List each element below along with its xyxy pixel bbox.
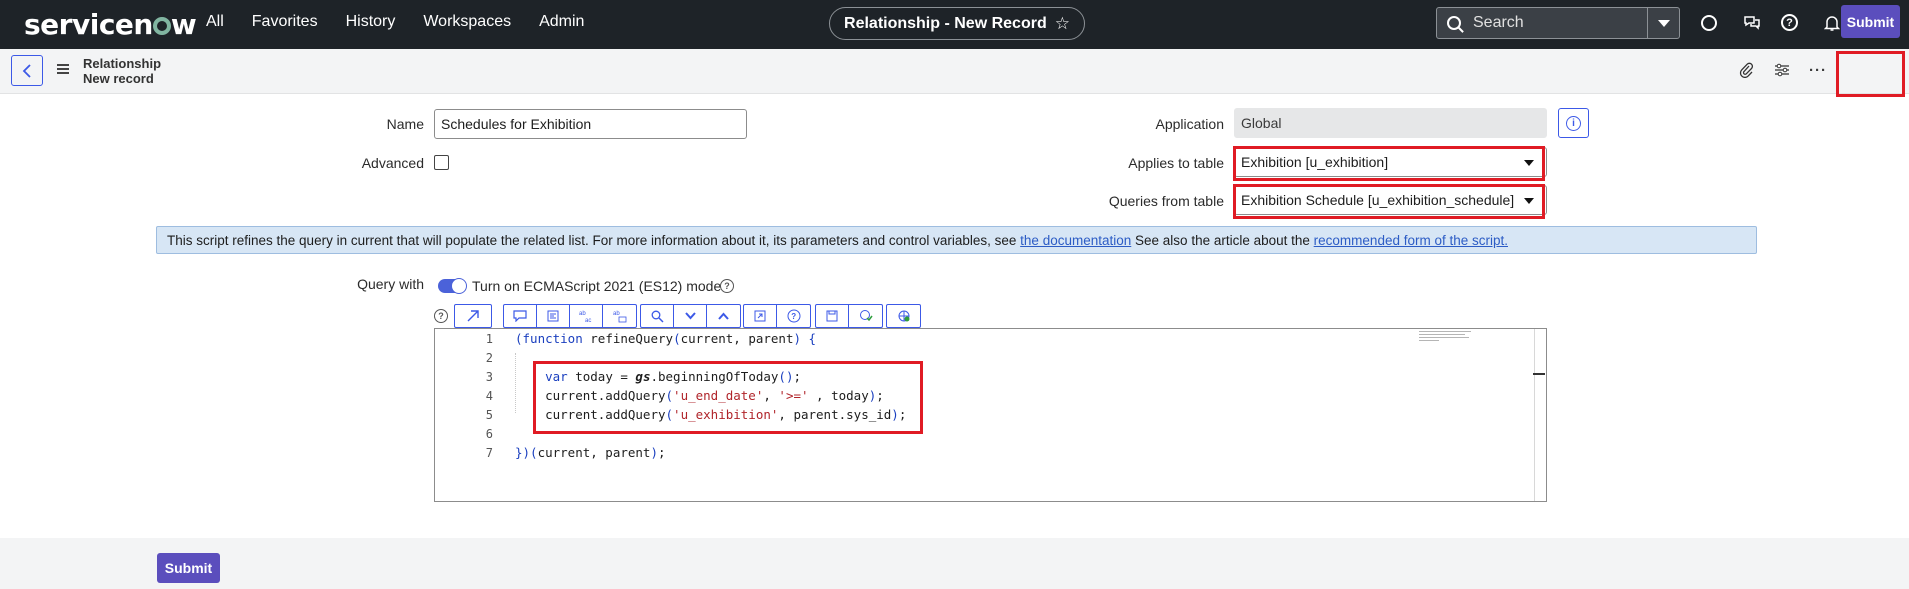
- nav-all[interactable]: All: [206, 13, 224, 31]
- recommended-form-link[interactable]: recommended form of the script.: [1314, 233, 1508, 248]
- line-number: 6: [485, 427, 493, 441]
- queries-from-table-select[interactable]: Exhibition Schedule [u_exhibition_schedu…: [1234, 185, 1547, 215]
- servicenow-logo[interactable]: servicen w: [24, 8, 197, 41]
- code-line-7: })(current, parent);: [515, 445, 666, 460]
- form-footer: [0, 538, 1909, 589]
- back-button[interactable]: [11, 55, 43, 86]
- breadcrumb-title: Relationship: [83, 56, 162, 71]
- info-text: This script refines the query in current…: [167, 232, 1017, 248]
- global-search[interactable]: Search: [1436, 7, 1680, 39]
- script-debug-icon[interactable]: [887, 305, 920, 327]
- format-code-icon[interactable]: [537, 305, 570, 327]
- editor-misc-group: ?: [743, 304, 811, 328]
- line-number: 3: [485, 370, 493, 384]
- svg-text:?: ?: [791, 312, 796, 321]
- bell-icon[interactable]: [1822, 13, 1842, 33]
- editor-save-group: [815, 304, 883, 328]
- record-title-pill[interactable]: Relationship - New Record ☆: [829, 7, 1085, 40]
- nav-admin[interactable]: Admin: [539, 13, 584, 31]
- editor-format-group: ab ac ab: [503, 304, 637, 328]
- svg-text:ab: ab: [613, 311, 620, 317]
- editor-debug-group: [886, 304, 921, 328]
- advanced-label: Advanced: [361, 155, 424, 171]
- applies-to-table-label: Applies to table: [1128, 155, 1224, 171]
- personalize-form-icon[interactable]: [1772, 60, 1792, 80]
- breadcrumb: Relationship New record: [83, 56, 161, 86]
- documentation-link[interactable]: the documentation: [1020, 233, 1131, 248]
- editor-help-icon[interactable]: ?: [434, 309, 448, 323]
- application-field: Global: [1234, 108, 1547, 138]
- chevron-down-icon[interactable]: [674, 305, 707, 327]
- attachment-icon[interactable]: [1736, 60, 1756, 80]
- editor-search-group: [640, 304, 741, 328]
- application-label: Application: [1155, 116, 1225, 132]
- line-number: 5: [485, 408, 493, 422]
- script-editor[interactable]: 1 2 3 4 5 6 7 (function refineQuery(curr…: [434, 328, 1547, 502]
- code-line-1: (function refineQuery(current, parent) {: [515, 331, 817, 346]
- svg-text:ac: ac: [585, 318, 591, 323]
- syntax-check-icon[interactable]: [849, 305, 882, 327]
- more-options-icon[interactable]: ···: [1808, 60, 1828, 80]
- applies-to-table-select[interactable]: Exhibition [u_exhibition]: [1234, 147, 1547, 177]
- code-line-4: current.addQuery('u_end_date', '>=' , to…: [515, 388, 884, 403]
- nav-workspaces[interactable]: Workspaces: [423, 13, 511, 31]
- nav-history[interactable]: History: [346, 13, 396, 31]
- name-field[interactable]: Schedules for Exhibition: [434, 109, 747, 139]
- top-navigation: servicen w All Favorites History Workspac…: [0, 0, 1909, 49]
- chat-icon[interactable]: [1742, 13, 1762, 33]
- editor-ruler: [1534, 329, 1535, 501]
- queries-from-table-label: Queries from table: [1108, 193, 1224, 209]
- search-icon: [1447, 16, 1461, 30]
- line-number: 7: [485, 446, 493, 460]
- save-icon[interactable]: [816, 305, 849, 327]
- search-code-icon[interactable]: [641, 305, 674, 327]
- record-title: Relationship - New Record: [844, 14, 1047, 32]
- info-mid-text: See also the article about the: [1135, 232, 1310, 248]
- nav-favorites[interactable]: Favorites: [252, 13, 318, 31]
- line-gutter: 1 2 3 4 5 6 7: [435, 329, 495, 501]
- advanced-checkbox[interactable]: [434, 155, 449, 170]
- search-scope-dropdown[interactable]: [1647, 8, 1679, 38]
- es12-toggle-label: Turn on ECMAScript 2021 (ES12) mode: [472, 278, 722, 294]
- comment-icon[interactable]: [504, 305, 537, 327]
- chevron-up-icon[interactable]: [707, 305, 740, 327]
- nav-links: All Favorites History Workspaces Admin: [206, 13, 612, 31]
- script-info-message: This script refines the query in current…: [156, 226, 1757, 254]
- code-minimap[interactable]: [1419, 331, 1479, 345]
- submit-button-bottom[interactable]: Submit: [157, 553, 220, 583]
- help-icon[interactable]: ?: [1781, 14, 1798, 31]
- info-icon: i: [1566, 115, 1581, 131]
- name-label: Name: [386, 116, 424, 132]
- line-number: 2: [485, 351, 493, 365]
- submit-button-top[interactable]: Submit: [1841, 5, 1900, 38]
- replace-all-icon[interactable]: ab: [603, 305, 636, 327]
- code-line-3: var today = gs.beginningOfToday();: [545, 369, 802, 384]
- scroll-marker[interactable]: [1533, 373, 1545, 375]
- form-menu-icon[interactable]: [57, 64, 69, 74]
- code-line-5: current.addQuery('u_exhibition', parent.…: [515, 407, 907, 422]
- breadcrumb-subtitle: New record: [83, 71, 154, 86]
- fullscreen-icon[interactable]: [744, 305, 777, 327]
- help-circle-icon[interactable]: ?: [777, 305, 810, 327]
- es12-help-icon[interactable]: ?: [720, 279, 734, 293]
- globe-icon[interactable]: [1701, 15, 1717, 31]
- line-number: 4: [485, 389, 493, 403]
- chevron-left-icon: [22, 63, 31, 78]
- es12-toggle[interactable]: [438, 278, 467, 294]
- query-with-label: Query with: [357, 276, 424, 292]
- search-input[interactable]: Search: [1473, 14, 1647, 32]
- form-header: Relationship New record ···: [0, 49, 1909, 94]
- replace-icon[interactable]: ab ac: [570, 305, 603, 327]
- star-icon[interactable]: ☆: [1055, 14, 1070, 34]
- svg-text:ab: ab: [579, 311, 586, 317]
- application-info-button[interactable]: i: [1558, 108, 1589, 138]
- line-number: 1: [485, 332, 493, 346]
- script-debugger-button[interactable]: [454, 304, 492, 328]
